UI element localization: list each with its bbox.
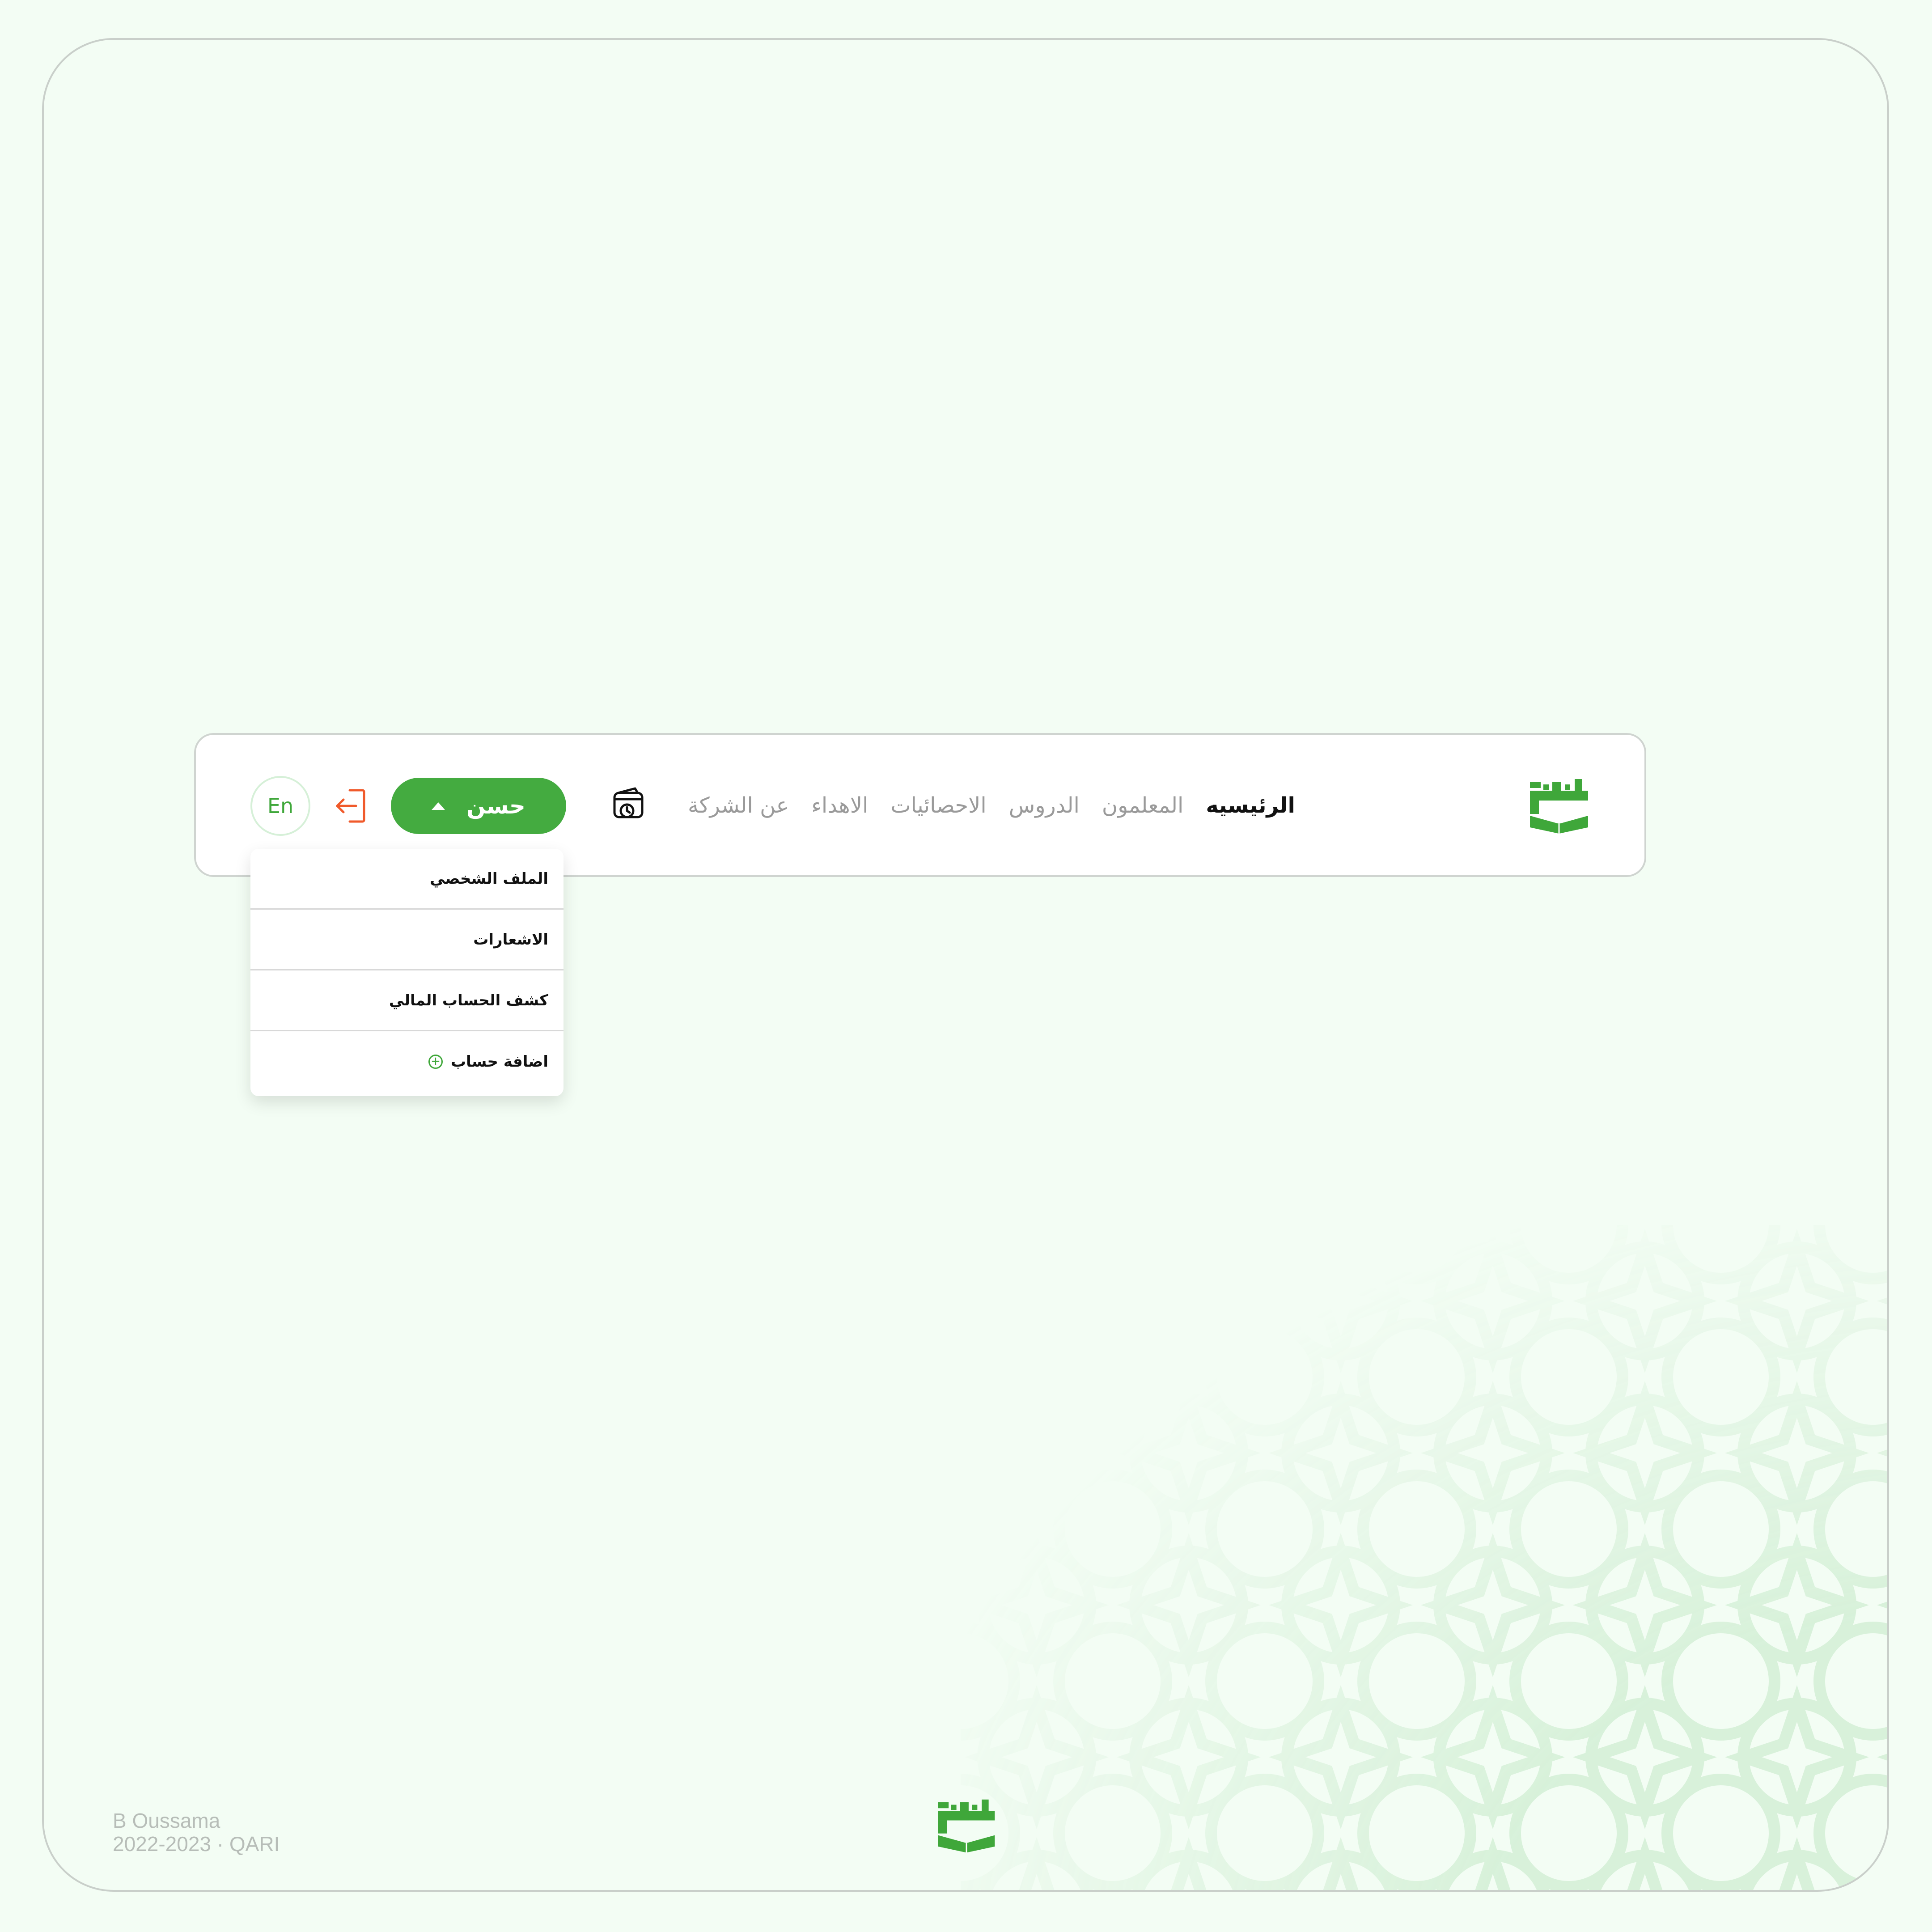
- wallet-history-icon[interactable]: [609, 785, 649, 825]
- footer-credit: B Oussama 2022-2023 · QARI: [113, 1809, 280, 1856]
- footer-author: B Oussama: [113, 1809, 220, 1832]
- nav-link-statistics[interactable]: الاحصائيات: [890, 793, 986, 818]
- language-toggle-button[interactable]: En: [250, 776, 310, 836]
- menu-item-label: الاشعارات: [473, 930, 548, 949]
- menu-item-label: كشف الحساب المالي: [389, 991, 548, 1009]
- user-name: حسن: [466, 793, 525, 819]
- nav-link-home[interactable]: الرئيسيه: [1206, 793, 1295, 818]
- menu-item-profile[interactable]: الملف الشخصي: [250, 849, 564, 910]
- nav-link-gifts[interactable]: الاهداء: [811, 793, 868, 818]
- logout-icon[interactable]: [332, 786, 372, 826]
- decorative-pattern: [961, 1225, 1887, 1890]
- menu-item-label: اضافة حساب: [450, 1053, 548, 1071]
- menu-item-label: الملف الشخصي: [430, 869, 548, 888]
- caret-up-icon: [432, 802, 445, 810]
- nav-link-about[interactable]: عن الشركة: [688, 793, 789, 818]
- plus-circle-icon: +: [428, 1055, 443, 1069]
- nav-link-lessons[interactable]: الدروس: [1009, 793, 1080, 818]
- footer-years-project: 2022-2023 · QARI: [113, 1832, 280, 1856]
- menu-item-add-account[interactable]: اضافة حساب +: [250, 1031, 564, 1092]
- user-dropdown-menu: الملف الشخصي الاشعارات كشف الحساب المالي…: [250, 849, 564, 1096]
- qari-logo[interactable]: [1525, 777, 1593, 840]
- menu-item-notifications[interactable]: الاشعارات: [250, 910, 564, 970]
- nav-link-teachers[interactable]: المعلمون: [1102, 793, 1184, 818]
- nav-links: الرئيسيه المعلمون الدروس الاحصائيات الاه…: [688, 779, 1336, 832]
- user-menu-button[interactable]: حسن: [391, 778, 566, 834]
- footer-qari-logo: [938, 1799, 995, 1853]
- menu-item-financial-statement[interactable]: كشف الحساب المالي: [250, 970, 564, 1031]
